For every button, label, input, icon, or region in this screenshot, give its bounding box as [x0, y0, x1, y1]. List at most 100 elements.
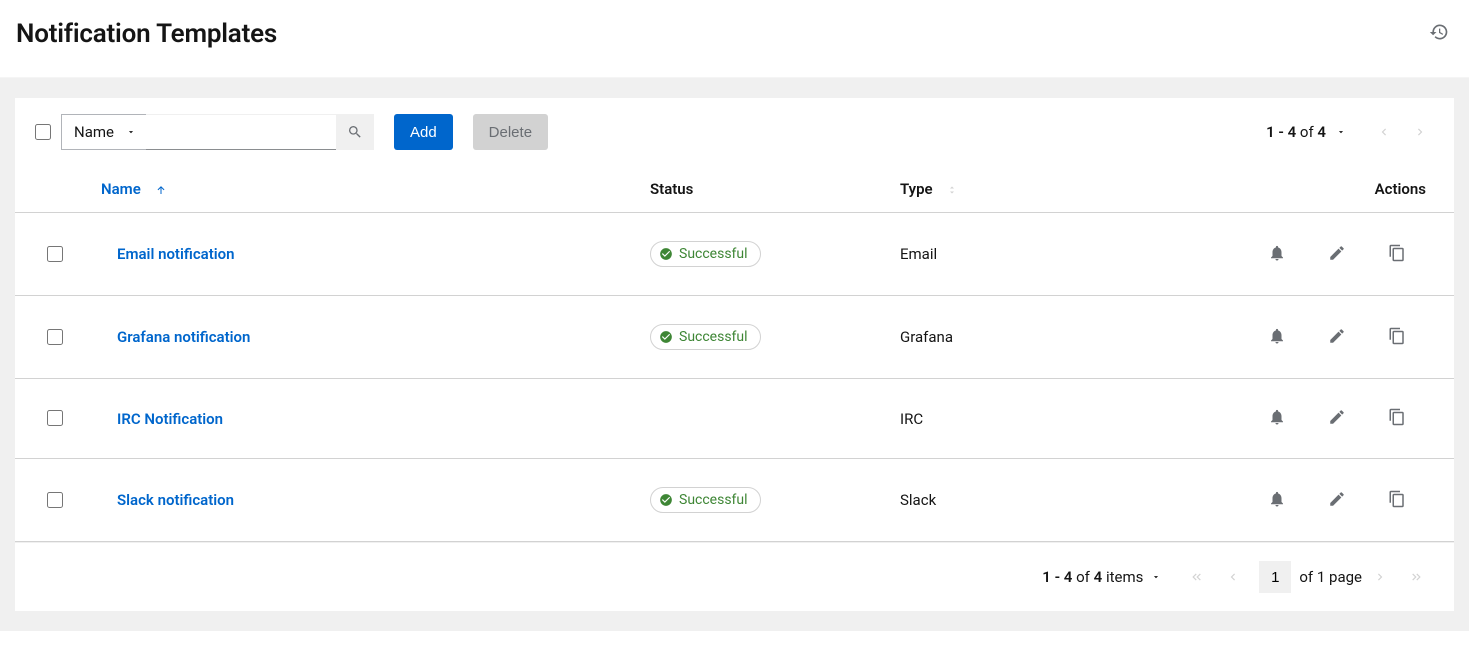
- pager-nav-top: [1366, 114, 1438, 150]
- pencil-icon: [1328, 408, 1346, 429]
- pencil-icon: [1328, 327, 1346, 348]
- chevron-right-icon: [1373, 570, 1387, 584]
- status-text: Successful: [679, 246, 748, 262]
- delete-button[interactable]: Delete: [473, 114, 548, 150]
- row-actions: [1240, 327, 1426, 348]
- copy-icon: [1388, 408, 1406, 429]
- bell-icon: [1268, 408, 1286, 429]
- of-pages-label: of 1 page: [1299, 568, 1362, 586]
- sort-asc-icon: [155, 184, 167, 196]
- column-header-type-label: Type: [900, 180, 933, 198]
- edit-button[interactable]: [1328, 490, 1346, 511]
- pager-range-text: 1 - 4 of 4: [1266, 123, 1326, 141]
- filter-group: Name: [61, 114, 374, 150]
- table-row: Slack notification Successful Slack: [15, 459, 1454, 542]
- template-type: Email: [900, 213, 1240, 296]
- table-row: Email notification Successful Email: [15, 213, 1454, 296]
- column-header-status: Status: [650, 166, 900, 213]
- check-circle-icon: [659, 493, 673, 507]
- pencil-icon: [1328, 490, 1346, 511]
- copy-button[interactable]: [1388, 327, 1406, 348]
- chevron-right-icon: [1413, 125, 1427, 139]
- copy-icon: [1388, 244, 1406, 265]
- page-title: Notification Templates: [16, 19, 277, 49]
- caret-down-icon: [1151, 572, 1161, 582]
- copy-button[interactable]: [1388, 408, 1406, 429]
- edit-button[interactable]: [1328, 327, 1346, 348]
- template-type: Grafana: [900, 296, 1240, 379]
- table-header-row: Name Status Type Actions: [15, 166, 1454, 213]
- template-name-link[interactable]: Email notification: [101, 245, 235, 263]
- row-checkbox[interactable]: [47, 246, 63, 262]
- page-number-input[interactable]: [1259, 561, 1291, 593]
- table-row: IRC Notification IRC: [15, 379, 1454, 459]
- column-header-actions: Actions: [1240, 166, 1454, 213]
- last-page-button[interactable]: [1398, 559, 1434, 595]
- template-type: IRC: [900, 379, 1240, 459]
- chevron-double-left-icon: [1190, 570, 1204, 584]
- items-per-page-toggle[interactable]: [1151, 568, 1161, 586]
- history-icon: [1429, 22, 1449, 42]
- column-header-name-label: Name: [101, 180, 141, 198]
- next-page-button-bottom[interactable]: [1362, 559, 1398, 595]
- test-notification-button[interactable]: [1268, 327, 1286, 348]
- templates-table: Name Status Type Actions Email notificat…: [15, 166, 1454, 542]
- edit-button[interactable]: [1328, 408, 1346, 429]
- edit-button[interactable]: [1328, 244, 1346, 265]
- table-row: Grafana notification Successful Grafana: [15, 296, 1454, 379]
- status-badge: Successful: [650, 241, 761, 267]
- test-notification-button[interactable]: [1268, 490, 1286, 511]
- row-checkbox[interactable]: [47, 410, 63, 426]
- caret-down-icon: [126, 123, 136, 141]
- check-circle-icon: [659, 330, 673, 344]
- row-actions: [1240, 244, 1426, 265]
- next-page-button[interactable]: [1402, 114, 1438, 150]
- history-button[interactable]: [1425, 18, 1453, 49]
- test-notification-button[interactable]: [1268, 408, 1286, 429]
- template-type: Slack: [900, 459, 1240, 542]
- add-button[interactable]: Add: [394, 114, 453, 150]
- copy-button[interactable]: [1388, 490, 1406, 511]
- test-notification-button[interactable]: [1268, 244, 1286, 265]
- copy-icon: [1388, 490, 1406, 511]
- pager-dropdown-toggle[interactable]: [1336, 127, 1346, 137]
- template-name-link[interactable]: IRC Notification: [101, 410, 223, 428]
- caret-down-icon: [1336, 127, 1346, 137]
- status-badge: Successful: [650, 487, 761, 513]
- check-circle-icon: [659, 247, 673, 261]
- row-actions: [1240, 490, 1426, 511]
- column-header-name[interactable]: Name: [85, 166, 650, 213]
- pager-summary-top: 1 - 4 of 4: [1266, 114, 1438, 150]
- page-header: Notification Templates: [0, 0, 1469, 78]
- filter-field-dropdown[interactable]: Name: [61, 114, 146, 150]
- toolbar: Name Add Delete 1 - 4 of 4: [15, 98, 1454, 166]
- pagination-bar: 1 - 4 of 4 items of 1 page: [15, 542, 1454, 611]
- bell-icon: [1268, 490, 1286, 511]
- template-name-link[interactable]: Slack notification: [101, 491, 234, 509]
- filter-field-label: Name: [74, 123, 114, 141]
- pagination-items-summary: 1 - 4 of 4 items: [1042, 568, 1161, 586]
- pencil-icon: [1328, 244, 1346, 265]
- prev-page-button-bottom[interactable]: [1215, 559, 1251, 595]
- first-page-button[interactable]: [1179, 559, 1215, 595]
- template-name-link[interactable]: Grafana notification: [101, 328, 250, 346]
- card: Name Add Delete 1 - 4 of 4: [15, 98, 1454, 611]
- status-badge: Successful: [650, 324, 761, 350]
- filter-input[interactable]: [146, 114, 336, 150]
- search-button[interactable]: [336, 114, 374, 150]
- bell-icon: [1268, 244, 1286, 265]
- status-text: Successful: [679, 329, 748, 345]
- bell-icon: [1268, 327, 1286, 348]
- prev-page-button[interactable]: [1366, 114, 1402, 150]
- pagination-controls: of 1 page: [1179, 559, 1434, 595]
- sort-neutral-icon: [946, 184, 958, 196]
- column-header-type[interactable]: Type: [900, 166, 1240, 213]
- row-checkbox[interactable]: [47, 329, 63, 345]
- content-area: Name Add Delete 1 - 4 of 4: [0, 78, 1469, 631]
- select-all-checkbox[interactable]: [35, 124, 51, 140]
- chevron-left-icon: [1226, 570, 1240, 584]
- row-actions: [1240, 408, 1426, 429]
- search-icon: [347, 124, 363, 140]
- row-checkbox[interactable]: [47, 492, 63, 508]
- copy-button[interactable]: [1388, 244, 1406, 265]
